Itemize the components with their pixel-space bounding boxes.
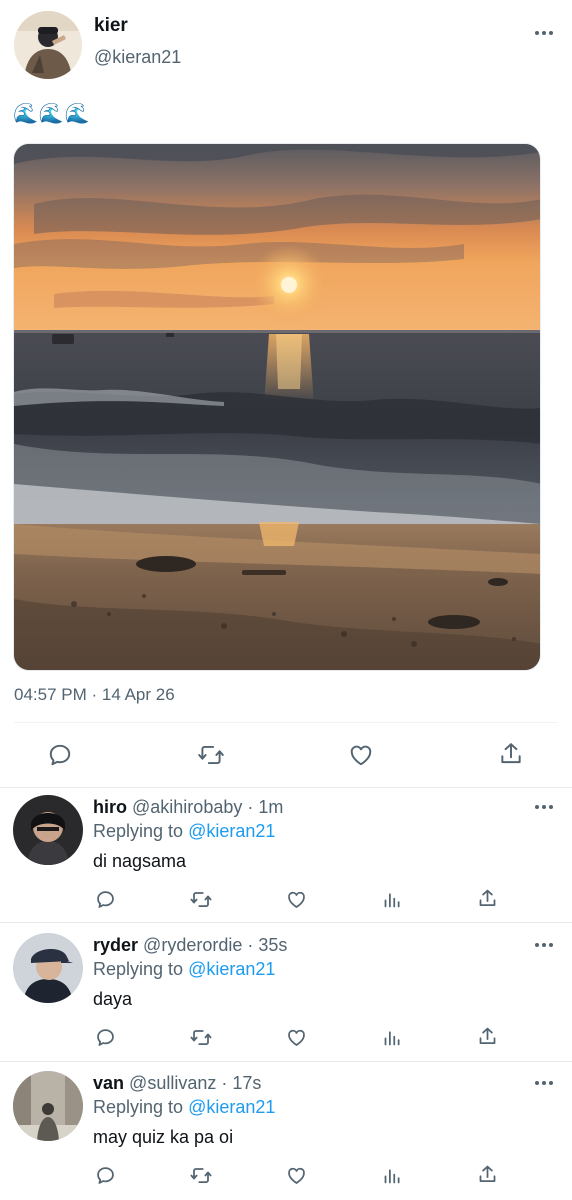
more-options-icon[interactable]	[532, 26, 556, 40]
reply-tweet[interactable]: van @sullivanz · 17s Replying to @kieran…	[0, 1064, 572, 1200]
divider	[14, 722, 558, 723]
like-icon[interactable]	[286, 889, 307, 910]
reply-icon[interactable]	[95, 889, 116, 910]
reply-meta: hiro @akihirobaby · 1m	[93, 797, 283, 818]
reply-author-name[interactable]: ryder	[93, 935, 138, 955]
separator-dot: ·	[247, 935, 254, 955]
analytics-icon[interactable]	[382, 1165, 403, 1186]
separator-dot: ·	[221, 1073, 228, 1093]
retweet-icon[interactable]	[189, 889, 213, 910]
reply-meta: ryder @ryderordie · 35s	[93, 935, 287, 956]
reply-text: di nagsama	[93, 851, 187, 871]
reply-icon[interactable]	[47, 742, 73, 768]
author-handle[interactable]: @kieran21	[94, 47, 181, 68]
reply-meta: van @sullivanz · 17s	[93, 1073, 261, 1094]
reply-tweet[interactable]: ryder @ryderordie · 35s Replying to @kie…	[0, 926, 572, 1064]
like-icon[interactable]	[286, 1027, 307, 1048]
replying-to: Replying to @kieran21	[93, 1097, 275, 1118]
more-options-icon[interactable]	[532, 800, 556, 814]
share-icon[interactable]	[477, 1026, 498, 1047]
reply-time[interactable]: 1m	[258, 797, 283, 817]
replying-to-label: Replying to	[93, 1097, 184, 1117]
reply-author-name[interactable]: van	[93, 1073, 124, 1093]
reply-author-name[interactable]: hiro	[93, 797, 127, 817]
replying-to-mention[interactable]: @kieran21	[188, 1097, 275, 1117]
reply-actions	[0, 886, 572, 916]
reply-actions	[0, 1024, 572, 1054]
tweet-photo[interactable]	[13, 143, 541, 671]
separator-dot: ·	[247, 797, 254, 817]
author-avatar[interactable]	[14, 11, 82, 79]
tweet-timestamp[interactable]: 04:57 PM · 14 Apr 26	[14, 685, 175, 705]
replying-to-label: Replying to	[93, 959, 184, 979]
tweet-text: 🌊🌊🌊	[13, 103, 91, 125]
analytics-icon[interactable]	[382, 889, 403, 910]
reply-avatar[interactable]	[13, 1071, 83, 1141]
replying-to-mention[interactable]: @kieran21	[188, 959, 275, 979]
reply-tweet[interactable]: hiro @akihirobaby · 1m Replying to @kier…	[0, 788, 572, 926]
more-options-icon[interactable]	[532, 938, 556, 952]
analytics-icon[interactable]	[382, 1027, 403, 1048]
reply-avatar[interactable]	[13, 933, 83, 1003]
retweet-icon[interactable]	[197, 742, 225, 768]
replying-to: Replying to @kieran21	[93, 959, 275, 980]
reply-author-handle[interactable]: @ryderordie	[143, 935, 242, 955]
reply-author-handle[interactable]: @sullivanz	[129, 1073, 216, 1093]
like-icon[interactable]	[286, 1165, 307, 1186]
share-icon[interactable]	[498, 741, 524, 767]
reply-icon[interactable]	[95, 1027, 116, 1048]
reply-avatar[interactable]	[13, 795, 83, 865]
reply-icon[interactable]	[95, 1165, 116, 1186]
reply-actions	[0, 1162, 572, 1192]
replying-to: Replying to @kieran21	[93, 821, 275, 842]
tweet-actions	[0, 733, 572, 777]
author-name[interactable]: kier	[94, 15, 128, 37]
reply-time[interactable]: 17s	[232, 1073, 261, 1093]
reply-text: may quiz ka pa oi	[93, 1127, 234, 1147]
replying-to-mention[interactable]: @kieran21	[188, 821, 275, 841]
like-icon[interactable]	[348, 742, 374, 768]
divider	[0, 1061, 572, 1062]
more-options-icon[interactable]	[532, 1076, 556, 1090]
reply-author-handle[interactable]: @akihirobaby	[132, 797, 242, 817]
divider	[0, 922, 572, 923]
retweet-icon[interactable]	[189, 1027, 213, 1048]
tweet-header: kier @kieran21	[0, 0, 572, 90]
replying-to-label: Replying to	[93, 821, 184, 841]
retweet-icon[interactable]	[189, 1165, 213, 1186]
reply-text: daya	[93, 989, 133, 1009]
share-icon[interactable]	[477, 1164, 498, 1185]
share-icon[interactable]	[477, 888, 498, 909]
reply-time[interactable]: 35s	[258, 935, 287, 955]
